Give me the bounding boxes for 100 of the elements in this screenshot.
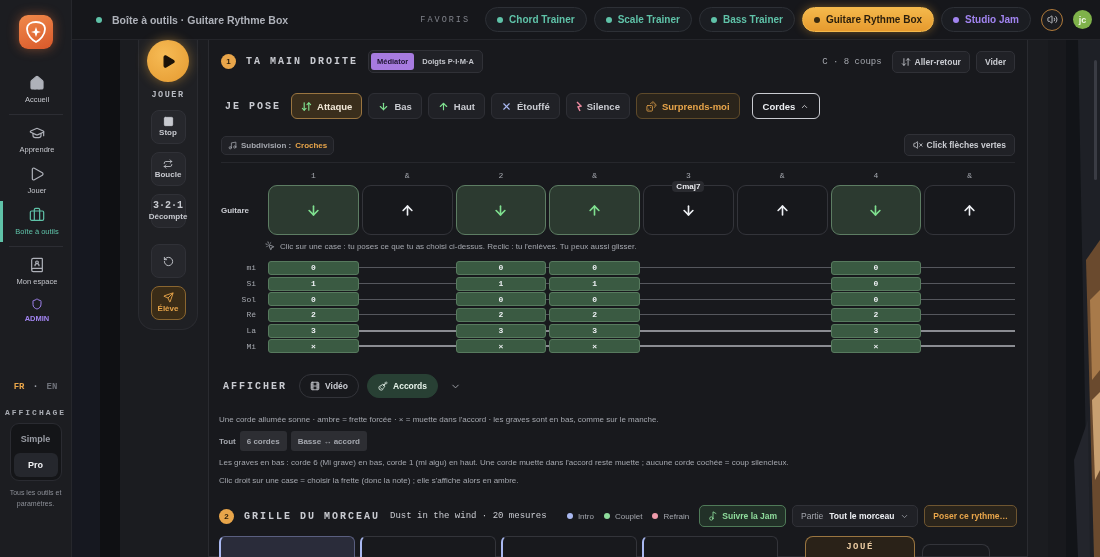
fret-cell[interactable]: ×: [549, 339, 640, 354]
string-name: La: [245, 326, 257, 336]
apply-rhythm-button[interactable]: Poser ce rythme…: [924, 505, 1017, 528]
alternate-button[interactable]: Aller-retour: [891, 50, 970, 73]
string-name: Mi: [245, 341, 257, 351]
track-label: Guitare: [221, 205, 250, 215]
play-button[interactable]: [147, 40, 189, 82]
fret-cell[interactable]: ×: [455, 339, 547, 354]
step-cell[interactable]: [830, 185, 922, 235]
fret-cell[interactable]: 0: [549, 292, 640, 307]
fret-cell[interactable]: 0: [455, 260, 547, 275]
fret-cell[interactable]: 1: [455, 276, 547, 291]
fret-cell[interactable]: 3: [268, 323, 359, 338]
sound-button[interactable]: [1041, 8, 1063, 31]
filter-button[interactable]: Basse ↔ accord: [290, 431, 367, 452]
student-button[interactable]: Élève: [150, 286, 186, 320]
fret-cell[interactable]: 0: [549, 260, 640, 275]
reset-icon: [162, 255, 174, 267]
stroke-button[interactable]: Silence: [565, 93, 630, 119]
measure-tile[interactable]: [360, 536, 496, 557]
down-arrow-icon: [305, 202, 321, 218]
fret-cell[interactable]: 1: [268, 276, 359, 291]
fret-cell[interactable]: 2: [830, 307, 922, 322]
played-button[interactable]: JOUÉ: [805, 536, 915, 557]
step-cell[interactable]: [361, 185, 453, 235]
section-title: AFFICHAGE: [4, 408, 67, 417]
fret-cell[interactable]: 2: [455, 307, 547, 322]
fret-cell[interactable]: 3: [549, 323, 640, 338]
subdivision-field[interactable]: Subdivision : Croches: [221, 135, 335, 155]
click-toggle[interactable]: Click flèches vertes: [903, 134, 1015, 156]
rest-icon: [575, 100, 582, 112]
language-option[interactable]: FR: [13, 381, 25, 392]
string-name: Si: [245, 279, 257, 289]
section-label: AFFICHER: [223, 380, 287, 392]
fret-cell[interactable]: ×: [268, 339, 359, 354]
home-icon: [29, 75, 45, 91]
loop-button[interactable]: Boucle: [150, 152, 186, 186]
fret-cell[interactable]: 2: [268, 307, 359, 322]
play-icon: [29, 166, 45, 182]
step-cell[interactable]: [268, 185, 359, 235]
fret-cell[interactable]: ×: [830, 339, 922, 354]
music-note-icon: [708, 511, 719, 522]
fret-cell[interactable]: 0: [268, 292, 359, 307]
stroke-button[interactable]: Attaque: [291, 93, 363, 119]
speaker-icon: [1046, 14, 1058, 25]
fret-cell[interactable]: 0: [830, 292, 922, 307]
string-name: mi: [245, 263, 257, 273]
stop-button[interactable]: Stop: [150, 110, 186, 144]
section-label: JE POSE: [225, 100, 281, 112]
down-arrow-icon: [868, 202, 884, 218]
measure-tile[interactable]: [642, 536, 778, 557]
beat-number: &: [778, 171, 786, 180]
fret-cell[interactable]: 0: [830, 260, 922, 275]
clear-button[interactable]: Vider: [975, 50, 1015, 73]
step-cell[interactable]: [924, 185, 1015, 235]
measure-tile[interactable]: [501, 536, 637, 557]
fret-cell[interactable]: 3: [455, 323, 547, 338]
beat-number: &: [591, 171, 599, 180]
step-cell[interactable]: [455, 185, 547, 235]
countdown-button[interactable]: 3·2·1 Décompte: [150, 194, 186, 228]
stroke-button[interactable]: Haut: [427, 93, 485, 119]
play-label: JOUER: [151, 90, 185, 100]
step-cell[interactable]: [736, 185, 828, 235]
favorite-pill[interactable]: Guitare Rythme Box: [801, 7, 935, 32]
part-dropdown[interactable]: Partie Tout le morceau: [792, 505, 919, 528]
guitar-icon: [378, 381, 388, 392]
app-logo[interactable]: [18, 15, 53, 49]
favorite-pill[interactable]: Bass Trainer: [698, 7, 795, 32]
stroke-button[interactable]: Surprends-moi: [635, 93, 740, 119]
button-label: Boucle: [154, 169, 182, 180]
mode-option[interactable]: Pro: [13, 453, 58, 477]
down-up-arrows-icon: [900, 56, 911, 67]
reset-button[interactable]: [150, 244, 186, 278]
status-dot: [96, 16, 102, 23]
display-option[interactable]: Accords: [367, 374, 439, 399]
fret-cell[interactable]: 0: [830, 276, 922, 291]
fret-cell[interactable]: 2: [549, 307, 640, 322]
breadcrumb: Boîte à outils · Guitare Rythme Box: [112, 13, 289, 26]
section-title: TA MAIN DROITE: [246, 56, 358, 67]
help-text: Clic droit sur une case = choisir la frette (donc la note) ; elle s'affiche alors en ambre.: [219, 475, 520, 488]
mode-option[interactable]: Simple: [13, 427, 58, 451]
fret-cell[interactable]: 0: [455, 292, 547, 307]
filter-button[interactable]: 6 cordes: [239, 431, 287, 452]
up-arrow-icon: [437, 100, 449, 112]
favorite-pill[interactable]: Studio Jam: [941, 7, 1031, 32]
favorite-pill[interactable]: Scale Trainer: [593, 7, 692, 32]
measure-tile[interactable]: [219, 536, 355, 557]
down-arrow-icon: [493, 202, 509, 218]
fret-cell[interactable]: 0: [268, 260, 359, 275]
favorite-pill[interactable]: Chord Trainer: [485, 7, 587, 32]
profile-book-icon: [29, 257, 45, 273]
fret-cell[interactable]: 3: [830, 323, 922, 338]
string-name: Ré: [245, 310, 257, 320]
button-label: Stop: [159, 128, 177, 138]
stroke-button[interactable]: Bas: [368, 93, 422, 119]
follow-jam-button[interactable]: Suivre la Jam: [699, 505, 787, 528]
stroke-button[interactable]: Étouffé: [490, 93, 560, 119]
strings-dropdown[interactable]: Cordes: [751, 93, 821, 119]
step-cell[interactable]: [549, 185, 640, 235]
fret-cell[interactable]: 1: [549, 276, 640, 291]
